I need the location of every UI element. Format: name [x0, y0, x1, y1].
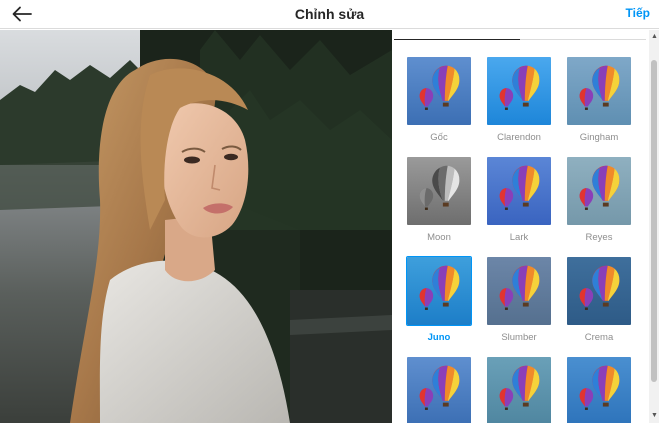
scrollbar[interactable]: ▲ ▼ — [649, 30, 659, 423]
filter-thumbnail — [486, 356, 552, 423]
filter-reyes[interactable]: Reyes — [565, 156, 633, 243]
tab-filters-indicator[interactable] — [394, 39, 520, 40]
filter-thumbnail — [406, 356, 472, 423]
filter-thumbnail — [566, 356, 632, 423]
filter-label: Crema — [584, 332, 614, 343]
filter-thumbnail — [406, 56, 472, 126]
filter-gingham[interactable]: Gingham — [565, 56, 633, 143]
filter-label: Slumber — [501, 332, 537, 343]
filter-crema[interactable]: Crema — [565, 256, 633, 343]
filter-thumbnail — [486, 156, 552, 226]
filter-panel: Gốc Clarendon Gingham Moon Lark Reyes Ju… — [392, 30, 659, 423]
scroll-down-arrow-icon[interactable]: ▼ — [651, 412, 658, 419]
filter-item-11[interactable] — [485, 356, 553, 423]
filter-thumbnail — [486, 256, 552, 326]
filter-label: Clarendon — [497, 132, 541, 143]
filter-lark[interactable]: Lark — [485, 156, 553, 243]
filter-label: Moon — [427, 232, 451, 243]
filter-thumbnail — [566, 56, 632, 126]
tab-adjustments-indicator[interactable] — [520, 39, 646, 40]
filter-item-10[interactable] — [405, 356, 473, 423]
filter-label: Reyes — [585, 232, 613, 243]
filter-label: Gingham — [579, 132, 619, 143]
next-button[interactable]: Tiếp — [626, 6, 650, 20]
page-title: Chỉnh sửa — [294, 6, 365, 22]
filter-clarendon[interactable]: Clarendon — [485, 56, 553, 143]
filter-item-12[interactable] — [565, 356, 633, 423]
scrollbar-thumb[interactable] — [651, 60, 657, 382]
photo-preview — [0, 30, 392, 423]
filter-label: Juno — [427, 332, 451, 343]
filter-slumber[interactable]: Slumber — [485, 256, 553, 343]
filter-goc[interactable]: Gốc — [405, 56, 473, 143]
filter-thumbnail — [406, 156, 472, 226]
filter-moon[interactable]: Moon — [405, 156, 473, 243]
filter-thumbnail — [566, 256, 632, 326]
filter-label: Lark — [509, 232, 529, 243]
filter-juno[interactable]: Juno — [405, 256, 473, 343]
filter-thumbnail — [406, 256, 472, 326]
filter-label: Gốc — [430, 132, 448, 143]
filter-thumbnail — [486, 56, 552, 126]
filter-thumbnail — [566, 156, 632, 226]
editor-header: Chỉnh sửa Tiếp — [0, 0, 659, 29]
scroll-up-arrow-icon[interactable]: ▲ — [651, 33, 658, 40]
